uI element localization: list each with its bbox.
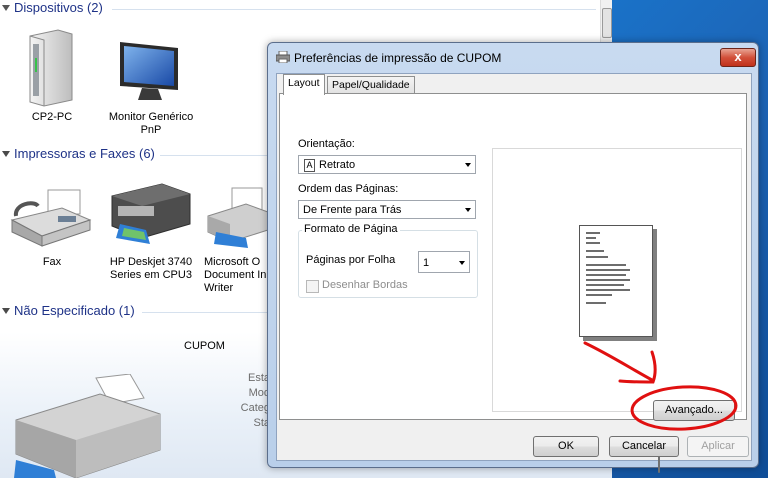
ok-button[interactable]: OK xyxy=(533,436,599,457)
portrait-icon: A xyxy=(304,159,315,172)
group-divider xyxy=(112,9,596,10)
chevron-down-icon xyxy=(465,208,471,212)
pages-per-sheet-dropdown[interactable]: 1 xyxy=(418,251,470,273)
page-preview xyxy=(492,148,742,412)
cp2-pc-tower-icon xyxy=(29,29,73,107)
device-label: HP Deskjet 3740 Series em CPU3 xyxy=(109,256,193,281)
cancel-button[interactable]: Cancelar xyxy=(609,436,679,457)
printer-icon xyxy=(111,183,191,244)
dialog-body: Layout Papel/Qualidade Orientação: A Ret… xyxy=(276,73,752,473)
details-label: Mod xyxy=(248,387,270,399)
chevron-down-icon xyxy=(459,261,465,265)
tab-paper-quality[interactable]: Papel/Qualidade xyxy=(327,76,415,94)
draw-borders-label: Desenhar Bordas xyxy=(322,279,408,291)
details-label: Categ xyxy=(240,402,270,414)
dialog-title: Preferências de impressão de CUPOM xyxy=(294,51,502,65)
device-label: Fax xyxy=(42,256,62,268)
details-device-name: CUPOM xyxy=(184,340,225,352)
group-header-devices[interactable]: Dispositivos (2) xyxy=(0,0,103,18)
printer-title-icon xyxy=(276,51,290,63)
advanced-button[interactable]: Avançado... xyxy=(653,400,735,421)
fax-icon xyxy=(10,189,92,247)
draw-borders-checkbox[interactable] xyxy=(306,280,319,293)
orientation-value: Retrato xyxy=(319,159,356,171)
tab-panel-layout: Orientação: A Retrato Ordem das Páginas:… xyxy=(279,93,747,473)
orientation-label: Orientação: xyxy=(298,138,355,150)
scrollbar-thumb[interactable] xyxy=(602,8,612,38)
printing-preferences-dialog: Preferências de impressão de CUPOM x Lay… xyxy=(267,42,759,473)
page-order-label: Ordem das Páginas: xyxy=(298,183,399,195)
close-button[interactable]: x xyxy=(720,48,756,67)
printer-icon xyxy=(14,374,161,478)
printer-icon xyxy=(207,187,268,248)
page-format-legend: Formato de Página xyxy=(302,223,400,235)
group-header-unspecified[interactable]: Não Especificado (1) xyxy=(0,303,135,321)
collapse-triangle-icon[interactable] xyxy=(2,308,10,314)
group-header-printers[interactable]: Impressoras e Faxes (6) xyxy=(0,146,155,164)
device-label: Microsoft O Document In Writer xyxy=(204,256,267,294)
page-order-dropdown[interactable]: De Frente para Trás xyxy=(298,200,476,219)
close-icon: x xyxy=(734,49,742,64)
monitor-icon xyxy=(120,42,178,100)
paper-preview xyxy=(579,225,653,337)
orientation-dropdown[interactable]: A Retrato xyxy=(298,155,476,174)
tab-layout[interactable]: Layout xyxy=(283,74,325,95)
collapse-triangle-icon[interactable] xyxy=(2,151,10,157)
details-label: Esta xyxy=(247,372,270,384)
details-label: Sta xyxy=(253,417,270,429)
chevron-down-icon xyxy=(465,163,471,167)
pages-per-sheet-value: 1 xyxy=(423,257,430,269)
collapse-triangle-icon[interactable] xyxy=(2,5,10,11)
page-order-value: De Frente para Trás xyxy=(303,204,402,216)
device-label: CP2-PC xyxy=(31,111,73,123)
device-label: Monitor Genérico PnP xyxy=(108,111,194,136)
pages-per-sheet-label: Páginas por Folha xyxy=(306,254,396,266)
apply-button[interactable]: Aplicar xyxy=(687,436,749,457)
